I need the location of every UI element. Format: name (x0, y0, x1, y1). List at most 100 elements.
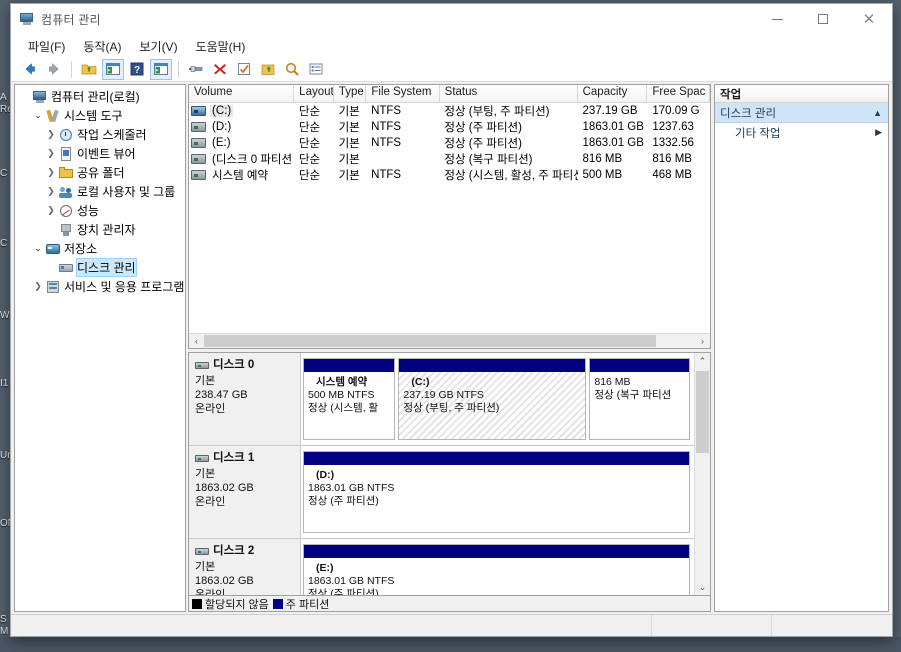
tree-node-label: 장치 관리자 (77, 223, 136, 237)
disk-list-scroll-area[interactable]: 디스크 0 기본 238.47 GB 온라인 시스템 예약 500 MB NTFS 정상 (… (189, 353, 694, 595)
vscroll-track[interactable] (695, 369, 710, 579)
capacity-cell: 816 MB (582, 153, 623, 165)
disk-name: 디스크 0 (213, 359, 255, 371)
volume-cell: (D:) (189, 121, 294, 133)
disk-graphical-view[interactable]: 디스크 0 기본 238.47 GB 온라인 시스템 예약 500 MB NTFS 정상 (… (188, 352, 711, 596)
disk-row[interactable]: 디스크 2 기본 1863.02 GB 온라인 (E:) 1863.01 GB NTFS 정… (189, 539, 694, 595)
forward-arrow-icon[interactable] (43, 59, 65, 80)
refresh-check-icon[interactable] (233, 59, 255, 80)
partition-block[interactable]: (C:) 237.19 GB NTFS 정상 (부팅, 주 파티션) (398, 358, 587, 440)
menu-action[interactable]: 동작(A) (74, 36, 130, 57)
disk-row[interactable]: 디스크 0 기본 238.47 GB 온라인 시스템 예약 500 MB NTFS 정상 (… (189, 353, 694, 446)
vscroll-down-arrow[interactable]: ⌄ (695, 579, 710, 595)
tree-node-7[interactable]: 장치 관리자 (15, 220, 185, 239)
maximize-button[interactable] (800, 4, 846, 35)
disk-type: 기본 (195, 375, 216, 387)
tree-node-4[interactable]: ❯ 공유 폴더 (15, 163, 185, 182)
table-row[interactable]: 시스템 예약 단순 기본 NTFS 정상 (시스템, 활성, 주 파티션) 500 MB 4… (189, 167, 710, 183)
system-tools-icon (45, 108, 61, 124)
volume-cell: 시스템 예약 (189, 167, 294, 183)
volume-list-hscrollbar[interactable]: ‹ › (189, 333, 710, 348)
table-row[interactable]: (C:) 단순 기본 NTFS 정상 (부팅, 주 파티션) 237.19 GB 170.0… (189, 103, 710, 119)
tree-node-1[interactable]: ⌄ 시스템 도구 (15, 106, 185, 125)
task-scheduler-icon (58, 127, 74, 143)
tree-node-9[interactable]: 디스크 관리 (15, 258, 185, 277)
export-list-icon[interactable] (257, 59, 279, 80)
vscroll-thumb[interactable] (696, 371, 709, 453)
chevron-down-icon[interactable]: ⌄ (31, 243, 45, 254)
capacity-cell: 500 MB (582, 169, 623, 181)
computer-management-icon (19, 11, 35, 27)
vscroll-up-arrow[interactable]: ⌃ (695, 353, 710, 369)
menu-help[interactable]: 도움말(H) (187, 36, 255, 57)
close-button[interactable]: ✕ (846, 4, 892, 35)
chevron-right-icon[interactable]: ❯ (44, 129, 58, 140)
volume-column-header[interactable]: Capacity (578, 85, 648, 102)
chevron-down-icon[interactable]: ⌄ (31, 110, 45, 121)
hscroll-track[interactable] (204, 333, 695, 348)
device-manager-icon (58, 222, 74, 238)
hscroll-left-arrow[interactable]: ‹ (189, 333, 204, 348)
disk-info-panel[interactable]: 디스크 2 기본 1863.02 GB 온라인 (189, 539, 301, 595)
tree-node-0[interactable]: 컴퓨터 관리(로컬) (15, 87, 185, 106)
tree-node-8[interactable]: ⌄ 저장소 (15, 239, 185, 258)
volume-column-header[interactable]: Type (334, 85, 367, 102)
volume-column-header[interactable]: File System (366, 85, 440, 102)
disk-info-panel[interactable]: 디스크 0 기본 238.47 GB 온라인 (189, 353, 301, 445)
partition-block[interactable]: 시스템 예약 500 MB NTFS 정상 (시스템, 활 (303, 358, 396, 440)
chevron-right-icon[interactable]: ❯ (44, 167, 58, 178)
type-cell: 기본 (338, 122, 360, 134)
chevron-right-icon[interactable]: ▶ (875, 127, 882, 138)
detail-view-icon[interactable] (305, 59, 327, 80)
tree-node-2[interactable]: ❯ 작업 스케줄러 (15, 125, 185, 144)
actions-pane: 작업 디스크 관리 ▲ 기타 작업 ▶ (714, 84, 889, 612)
hscroll-right-arrow[interactable]: › (695, 333, 710, 348)
disk-info-panel[interactable]: 디스크 1 기본 1863.02 GB 온라인 (189, 446, 301, 538)
back-arrow-icon[interactable] (19, 59, 41, 80)
minimize-button[interactable] (754, 4, 800, 35)
console-tree[interactable]: 컴퓨터 관리(로컬) ⌄ 시스템 도구 ❯ 작업 스케줄러 ❯ 이벤트 뷰어 ❯ 공유 폴더 ❯ 로… (14, 84, 186, 612)
table-row[interactable]: (E:) 단순 기본 NTFS 정상 (주 파티션) 1863.01 GB 1332.56 (189, 135, 710, 151)
volume-list[interactable]: Volume Layout Type File System Status Capacit… (188, 84, 711, 349)
actions-group-disk-management[interactable]: 디스크 관리 ▲ (715, 103, 888, 123)
chevron-right-icon[interactable]: ❯ (44, 148, 58, 159)
chevron-right-icon[interactable]: ❯ (31, 281, 45, 292)
tree-node-10[interactable]: ❯ 서비스 및 응용 프로그램 (15, 277, 185, 296)
title-bar[interactable]: 컴퓨터 관리 ✕ (11, 4, 892, 35)
actions-item-0[interactable]: 기타 작업 ▶ (715, 123, 888, 142)
up-folder-icon[interactable] (78, 59, 100, 80)
volume-column-header[interactable]: Free Spac (647, 85, 710, 102)
show-hide-action-pane-icon[interactable] (150, 58, 172, 80)
disk-type: 기본 (195, 468, 216, 480)
menu-file[interactable]: 파일(F) (19, 36, 74, 57)
disk-title: 디스크 0 (195, 358, 294, 372)
volume-column-header[interactable]: Volume (189, 85, 295, 102)
chevron-right-icon[interactable]: ❯ (44, 205, 58, 216)
volume-list-body[interactable]: (C:) 단순 기본 NTFS 정상 (부팅, 주 파티션) 237.19 GB 170.0… (189, 103, 710, 333)
partition-block[interactable]: (E:) 1863.01 GB NTFS 정상 (주 파티션) (303, 544, 690, 595)
chevron-up-icon[interactable]: ▲ (873, 108, 882, 118)
tree-node-6[interactable]: ❯ 성능 (15, 201, 185, 220)
show-hide-console-tree-icon[interactable] (102, 58, 124, 80)
disk-view-vscrollbar[interactable]: ⌃ ⌄ (694, 353, 710, 595)
taskbar[interactable] (0, 637, 901, 652)
volume-column-header[interactable]: Status (440, 85, 578, 102)
chevron-right-icon[interactable]: ❯ (44, 186, 58, 197)
help-icon[interactable]: ? (126, 59, 148, 80)
delete-icon[interactable] (209, 59, 231, 80)
tree-node-5[interactable]: ❯ 로컬 사용자 및 그룹 (15, 182, 185, 201)
menu-bar: 파일(F) 동작(A) 보기(V) 도움말(H) (11, 35, 892, 57)
volume-column-header[interactable]: Layout (294, 85, 334, 102)
table-row[interactable]: (디스크 0 파티션 3) 단순 기본 정상 (복구 파티션) 816 MB 816 MB (189, 151, 710, 167)
partition-block[interactable]: 816 MB 정상 (복구 파티션 (589, 358, 690, 440)
table-row[interactable]: (D:) 단순 기본 NTFS 정상 (주 파티션) 1863.01 GB 1237.63 (189, 119, 710, 135)
hscroll-thumb[interactable] (204, 334, 656, 347)
partition-title: (D:) (316, 469, 335, 481)
properties-icon[interactable] (185, 59, 207, 80)
volume-list-header[interactable]: Volume Layout Type File System Status Capacit… (189, 85, 710, 103)
disk-row[interactable]: 디스크 1 기본 1863.02 GB 온라인 (D:) 1863.01 GB NTFS 정… (189, 446, 694, 539)
menu-view[interactable]: 보기(V) (130, 36, 186, 57)
tree-node-3[interactable]: ❯ 이벤트 뷰어 (15, 144, 185, 163)
partition-block[interactable]: (D:) 1863.01 GB NTFS 정상 (주 파티션) (303, 451, 690, 533)
rescan-disks-icon[interactable] (281, 59, 303, 80)
